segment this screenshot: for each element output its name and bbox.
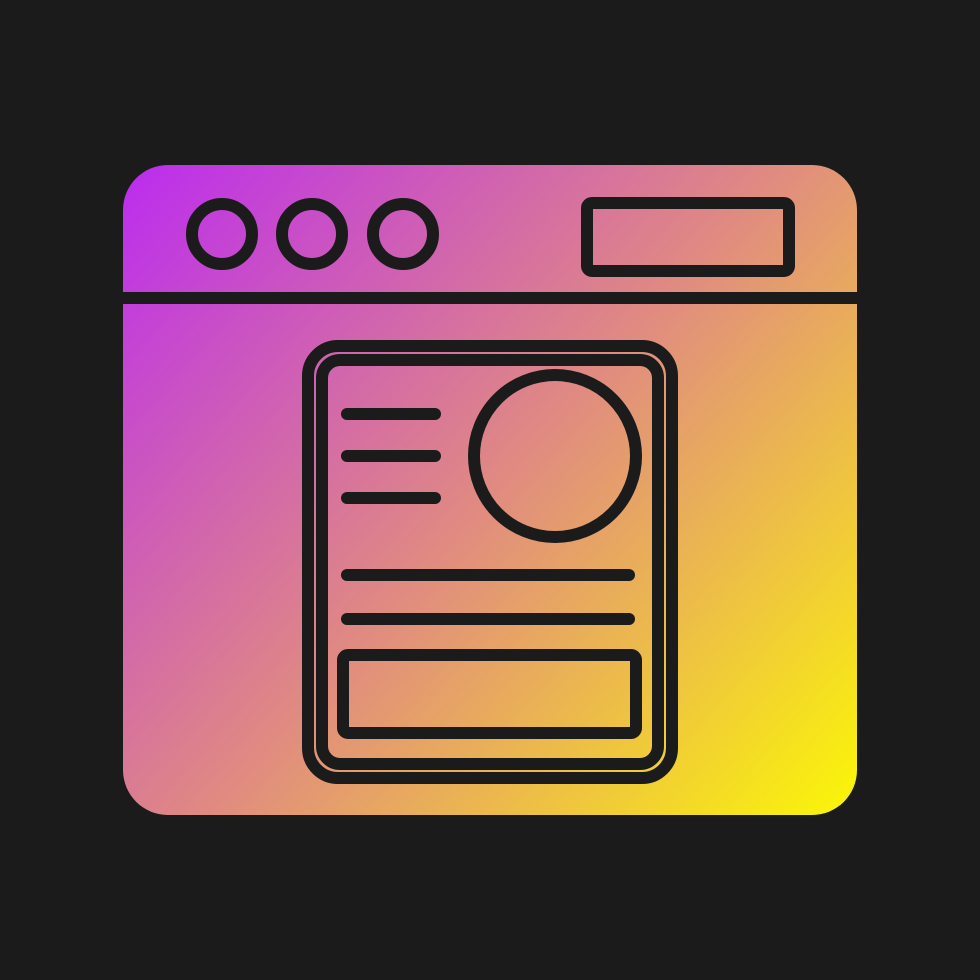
- browser-profile-card-icon: [123, 165, 857, 815]
- icon-canvas: [0, 0, 980, 980]
